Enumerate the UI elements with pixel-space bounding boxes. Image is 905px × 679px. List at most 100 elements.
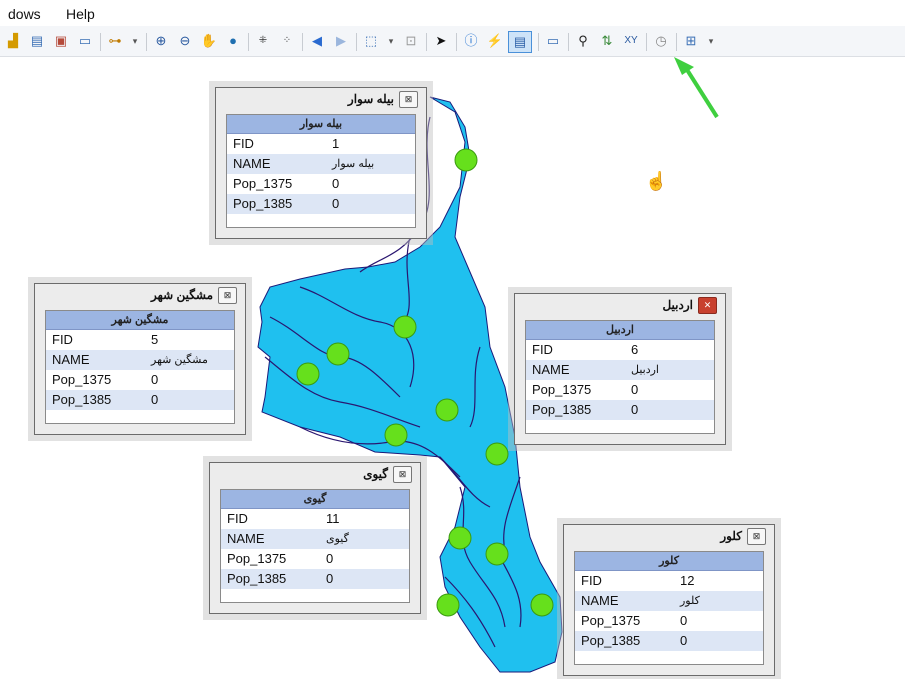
field-value: 0: [680, 613, 688, 628]
table-row: Pop_1385 0: [46, 390, 234, 410]
table-row: Pop_1375 0: [46, 370, 234, 390]
green-arrow: [674, 57, 719, 119]
field-value: 0: [151, 392, 159, 407]
select-features-icon[interactable]: ⬚: [362, 33, 380, 49]
field-name: NAME: [227, 531, 265, 546]
menu-bar: dows Help: [0, 0, 905, 26]
field-name: Pop_1375: [581, 613, 641, 628]
pan-icon[interactable]: ✋: [200, 33, 218, 49]
identify-icon[interactable]: ⓘ: [462, 33, 480, 49]
popup-bileh-savar[interactable]: بیله سوار ⊠ بیله سوار FID 1 NAME بیله سوار…: [215, 87, 427, 239]
field-name: Pop_1385: [532, 402, 592, 417]
popup-header: کلور: [575, 552, 763, 571]
popup-givi[interactable]: گیوی ⊠ گیوی FID 11 NAME گیوی Pop_1375 0 Pop…: [209, 462, 421, 614]
field-name: NAME: [532, 362, 570, 377]
field-value: 12: [680, 573, 695, 588]
forward-icon[interactable]: ▶: [332, 33, 350, 49]
popup-header: اردبیل: [526, 321, 714, 340]
hyperlink-icon[interactable]: ⚡: [486, 33, 504, 49]
field-value: 0: [326, 551, 334, 566]
field-name: Pop_1375: [227, 551, 287, 566]
measure-icon[interactable]: ▭: [544, 33, 562, 49]
table-row: FID 1: [227, 134, 415, 154]
fixed-zoom-in-icon[interactable]: ⁜: [254, 33, 272, 49]
fields-icon[interactable]: ⊶: [106, 33, 124, 49]
map-icon[interactable]: ▤: [28, 33, 46, 49]
field-value: کلور: [680, 595, 700, 607]
field-name: NAME: [581, 593, 619, 608]
field-value: 11: [326, 511, 340, 526]
popup-meshgin-shahr[interactable]: مشگین شهر ⊠ مشگین شهر FID 5 NAME مشگین شهر…: [34, 283, 246, 435]
field-name: Pop_1385: [581, 633, 641, 648]
toolbar: ▟ ▤ ▣ ▭ ⊶ ▾ ⊕ ⊖ ✋ ● ⁜ ⁘ ◀ ▶ ⬚ ▾ ⊡ ➤ ⓘ ⚡ …: [0, 26, 905, 57]
field-value: 5: [151, 332, 159, 347]
popup-title: مشگین شهر: [150, 288, 213, 302]
popup-title: گیوی: [363, 467, 388, 481]
table-row: FID 5: [46, 330, 234, 350]
popup-title: اردبیل: [662, 298, 693, 312]
clear-selection-icon[interactable]: ⊡: [402, 33, 420, 49]
field-name: Pop_1375: [233, 176, 293, 191]
globe-icon[interactable]: ▟: [4, 33, 22, 49]
fixed-zoom-out-icon[interactable]: ⁘: [278, 33, 296, 49]
field-name: NAME: [233, 156, 271, 171]
field-name: FID: [233, 136, 254, 151]
popup-header: بیله سوار: [227, 115, 415, 134]
zoom-in-icon[interactable]: ⊕: [152, 33, 170, 49]
chevron-down-icon[interactable]: ▾: [126, 33, 144, 49]
field-value: 0: [326, 571, 334, 586]
select-elements-icon[interactable]: ➤: [432, 33, 450, 49]
field-value: 0: [332, 196, 340, 211]
field-name: Pop_1375: [52, 372, 112, 387]
table-row: NAME بیله سوار: [227, 154, 415, 174]
goto-xy-icon[interactable]: XY: [622, 33, 640, 49]
layer-icon[interactable]: ▣: [52, 33, 70, 49]
close-icon[interactable]: ⊠: [218, 287, 237, 304]
popup-table: بیله سوار FID 1 NAME بیله سوار Pop_1375 0 P…: [226, 114, 416, 228]
popup-title: کلور: [720, 529, 742, 543]
table-row: Pop_1385 0: [221, 569, 409, 589]
table-row: NAME کلور: [575, 591, 763, 611]
field-name: Pop_1375: [532, 382, 592, 397]
field-value: بیله سوار: [332, 158, 375, 170]
popup-table: مشگین شهر FID 5 NAME مشگین شهر Pop_1375 0 P…: [45, 310, 235, 424]
field-name: NAME: [52, 352, 90, 367]
close-icon[interactable]: ⊠: [399, 91, 418, 108]
map-canvas[interactable]: ☝ بیله سوار ⊠ بیله سوار FID 1 NAME بیله سو…: [0, 57, 905, 679]
find-route-icon[interactable]: ⇅: [598, 33, 616, 49]
back-icon[interactable]: ◀: [308, 33, 326, 49]
popup-header: مشگین شهر: [46, 311, 234, 330]
html-popup-icon[interactable]: ▤: [508, 31, 532, 53]
field-name: FID: [581, 573, 602, 588]
field-value: مشگین شهر: [151, 354, 208, 366]
chevron-down-icon[interactable]: ▾: [382, 33, 400, 49]
popup-table: کلور FID 12 NAME کلور Pop_1375 0 Pop_1385 0: [574, 551, 764, 665]
zoom-out-icon[interactable]: ⊖: [176, 33, 194, 49]
chevron-down-icon[interactable]: ▾: [702, 33, 720, 49]
popup-title: بیله سوار: [347, 92, 394, 106]
menu-windows[interactable]: dows: [8, 6, 41, 22]
table-row: NAME گیوی: [221, 529, 409, 549]
time-slider-icon[interactable]: ◷: [652, 33, 670, 49]
menu-help[interactable]: Help: [66, 6, 95, 22]
close-icon[interactable]: ⊠: [393, 466, 412, 483]
find-icon[interactable]: ⚲: [574, 33, 592, 49]
field-value: 0: [332, 176, 340, 191]
field-name: Pop_1385: [227, 571, 287, 586]
field-name: FID: [52, 332, 73, 347]
field-name: Pop_1385: [233, 196, 293, 211]
viewer-icon[interactable]: ⊞: [682, 33, 700, 49]
field-value: 0: [631, 402, 639, 417]
full-extent-icon[interactable]: ●: [224, 33, 242, 49]
popup-table: اردبیل FID 6 NAME اردبیل Pop_1375 0 Pop_138…: [525, 320, 715, 434]
table-row: FID 6: [526, 340, 714, 360]
window-icon[interactable]: ▭: [76, 33, 94, 49]
close-icon[interactable]: ⊠: [747, 528, 766, 545]
field-value: 0: [151, 372, 159, 387]
field-value: گیوی: [326, 533, 349, 545]
popup-ardabil[interactable]: اردبیل ✕ اردبیل FID 6 NAME اردبیل Pop_1375…: [514, 293, 726, 445]
table-row: FID 11: [221, 509, 409, 529]
field-name: FID: [532, 342, 553, 357]
popup-kolur[interactable]: کلور ⊠ کلور FID 12 NAME کلور Pop_1375 0 Pop…: [563, 524, 775, 676]
close-icon[interactable]: ✕: [698, 297, 717, 314]
